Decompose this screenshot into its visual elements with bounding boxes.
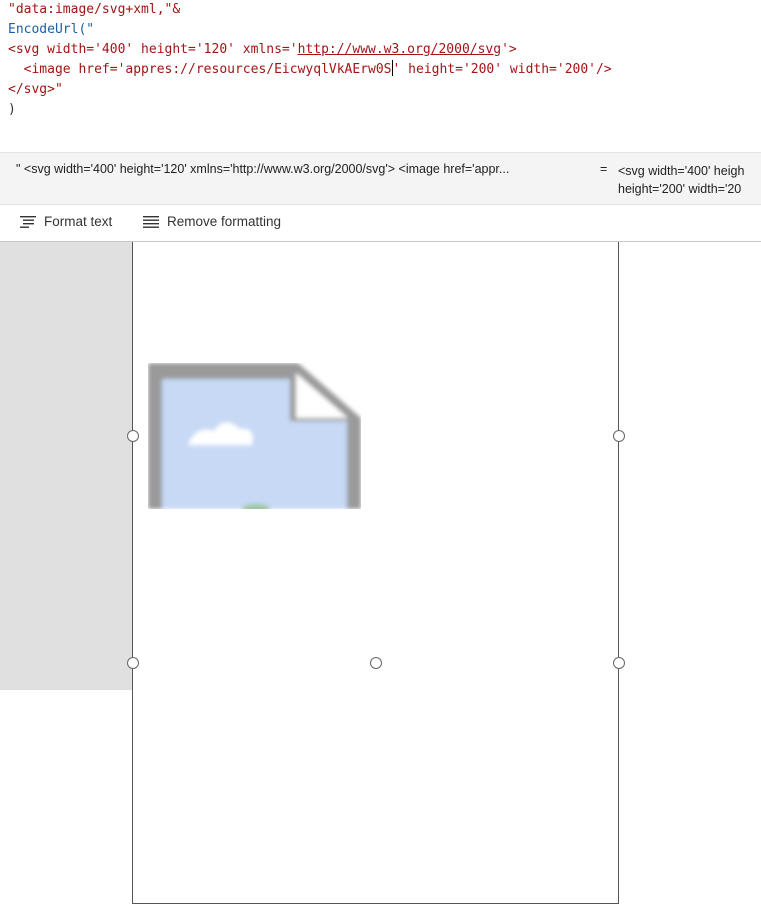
result-equals: = [600,162,608,176]
code-line-4: <image href='appres://resources/EicwyqlV… [8,62,392,77]
format-text-button[interactable]: Format text [20,214,112,229]
code-line-5: </svg>" [8,82,63,97]
formula-toolbar: Format text Remove formatting [0,204,761,241]
resize-handle-bottom-left[interactable] [127,657,139,669]
code-line-1: "data:image/svg+xml,"& [8,2,181,17]
result-value-line-1: <svg width='400' heigh [618,164,745,178]
remove-formatting-icon [143,215,159,228]
result-value: <svg width='400' heigh height='200' widt… [618,162,744,198]
formula-result-bar: " <svg width='400' height='120' xmlns='h… [0,152,761,205]
resize-handle-left[interactable] [127,430,139,442]
resize-handle-bottom[interactable] [370,657,382,669]
resize-handle-bottom-right[interactable] [613,657,625,669]
result-value-line-2: height='200' width='20 [618,182,742,196]
resize-handle-right[interactable] [613,430,625,442]
code-line-3-end: '> [501,42,517,57]
broken-image-icon [148,363,361,509]
result-expression: " <svg width='400' height='120' xmlns='h… [16,162,510,176]
remove-formatting-label: Remove formatting [167,214,282,229]
image-control-selection[interactable] [132,231,619,904]
code-xmlns-link[interactable]: http://www.w3.org/2000/svg [298,42,502,57]
code-line-6: ) [8,102,16,117]
format-text-label: Format text [44,214,113,229]
canvas-area [0,231,761,904]
formula-editor[interactable]: "data:image/svg+xml,"& EncodeUrl(" <svg … [0,0,761,242]
format-text-icon [20,215,36,228]
code-line-3: <svg width='400' height='120' xmlns=' [8,42,298,57]
code-line-4-end: ' height='200' width='200'/> [392,62,612,77]
formula-code[interactable]: "data:image/svg+xml,"& EncodeUrl(" <svg … [8,0,612,120]
remove-formatting-button[interactable]: Remove formatting [143,214,281,229]
code-line-2: EncodeUrl(" [8,22,95,37]
canvas-gutter [0,241,132,690]
